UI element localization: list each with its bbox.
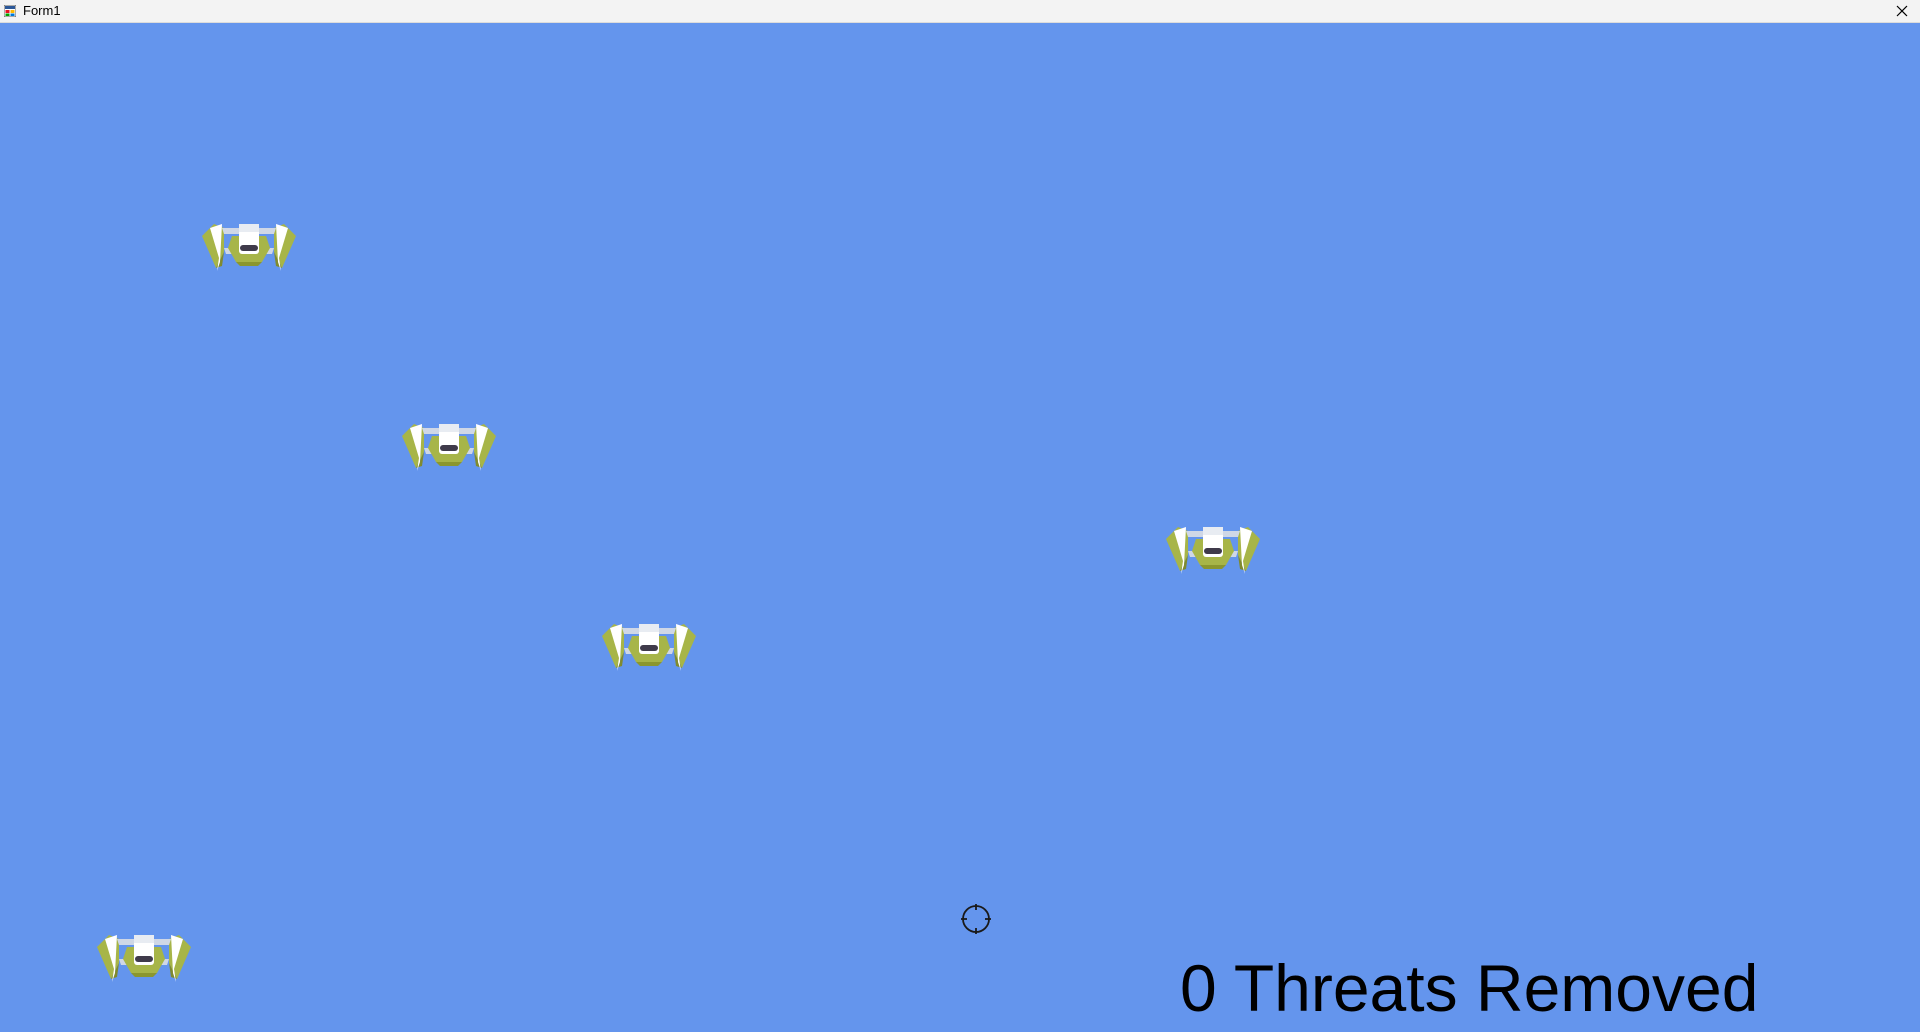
enemy-ship[interactable] — [1164, 521, 1262, 577]
enemy-ship[interactable] — [200, 218, 298, 274]
close-button[interactable] — [1884, 0, 1920, 22]
score-label: 0 Threats Removed — [1180, 951, 1759, 1025]
windows-form-icon — [4, 5, 16, 17]
game-window: Form1 0 Threats Removed — [0, 0, 1920, 1032]
enemy-ship[interactable] — [400, 418, 498, 474]
window-title: Form1 — [23, 3, 61, 18]
game-canvas[interactable]: 0 Threats Removed — [0, 23, 1920, 1032]
enemy-ship[interactable] — [95, 929, 193, 985]
close-icon — [1896, 5, 1908, 17]
enemy-ship[interactable] — [600, 618, 698, 674]
crosshair-icon — [961, 904, 991, 934]
title-bar: Form1 — [0, 0, 1920, 23]
